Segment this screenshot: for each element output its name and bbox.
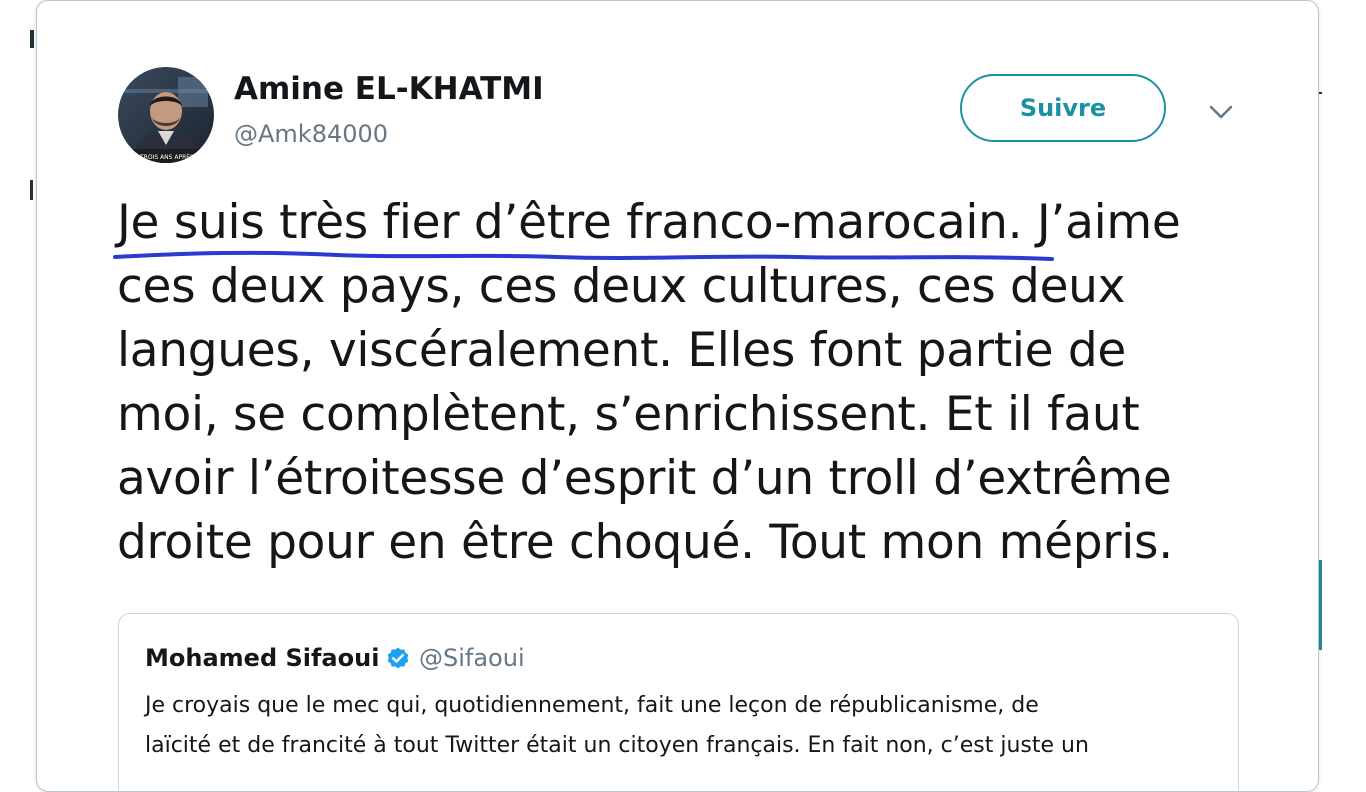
quoted-author-name[interactable]: Mohamed Sifaoui	[145, 644, 379, 672]
quoted-tweet-text-line: laïcité et de francité à tout Twitter ét…	[145, 733, 1089, 758]
avatar-image: TROIS ANS APRÈS	[118, 67, 214, 163]
quoted-author-handle[interactable]: @Sifaoui	[419, 644, 525, 672]
tweet-text-line: droite pour en être choqué. Tout mon mép…	[117, 515, 1173, 570]
background-fragment	[30, 30, 34, 48]
quoted-tweet-card[interactable]: Mohamed Sifaoui @Sifaoui Je croyais que …	[118, 613, 1239, 791]
tweet-text-line: avoir l’étroitesse d’esprit d’un troll d…	[117, 451, 1172, 506]
quoted-tweet-text: Je croyais que le mec qui, quotidienneme…	[145, 686, 1205, 766]
author-handle[interactable]: @Amk84000	[234, 120, 388, 148]
tweet-text-line: Je suis très fier d’être franco-marocain…	[117, 195, 1181, 250]
tweet-text-line: ces deux pays, ces deux cultures, ces de…	[117, 259, 1126, 314]
verified-badge-icon	[385, 646, 411, 672]
tweet-card: TROIS ANS APRÈS Amine EL-KHATMI @Amk8400…	[36, 0, 1319, 792]
author-name[interactable]: Amine EL-KHATMI	[234, 71, 544, 107]
follow-button[interactable]: Suivre	[960, 74, 1166, 142]
tweet-text: Je suis très fier d’être franco-marocain…	[117, 191, 1287, 575]
avatar-caption: TROIS ANS APRÈS	[139, 153, 194, 161]
chevron-down-icon[interactable]	[1203, 97, 1239, 127]
author-avatar[interactable]: TROIS ANS APRÈS	[118, 67, 214, 163]
background-fragment	[30, 180, 33, 200]
tweet-text-line: moi, se complètent, s’enrichissent. Et i…	[117, 387, 1140, 442]
quoted-tweet-text-line: Je croyais que le mec qui, quotidienneme…	[145, 693, 1039, 718]
tweet-text-line: langues, viscéralement. Elles font parti…	[117, 323, 1127, 378]
